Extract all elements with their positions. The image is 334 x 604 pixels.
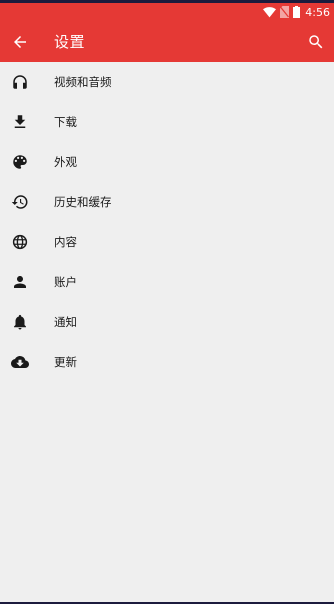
- status-bar: 4:56: [0, 3, 334, 22]
- globe-icon: [11, 233, 29, 251]
- settings-item-account[interactable]: 账户: [0, 262, 334, 302]
- settings-item-label: 历史和缓存: [54, 195, 112, 209]
- status-icons: 4:56: [263, 4, 330, 21]
- settings-item-label: 账户: [54, 275, 77, 289]
- bell-icon: [11, 313, 29, 331]
- settings-item-notifications[interactable]: 通知: [0, 302, 334, 342]
- search-button[interactable]: [304, 30, 328, 54]
- page-title: 设置: [54, 33, 86, 51]
- back-button[interactable]: [8, 30, 32, 54]
- person-icon: [11, 273, 29, 291]
- settings-item-updates[interactable]: 更新: [0, 342, 334, 382]
- settings-item-label: 外观: [54, 155, 77, 169]
- search-icon: [309, 35, 323, 49]
- battery-icon: [293, 3, 301, 22]
- wifi-icon: [263, 3, 277, 22]
- settings-item-label: 内容: [54, 235, 77, 249]
- settings-item-appearance[interactable]: 外观: [0, 142, 334, 182]
- download-icon: [11, 113, 29, 131]
- settings-item-download[interactable]: 下载: [0, 102, 334, 142]
- settings-list: 视频和音频 下载 外观 历史和缓存 内容 账户 通知 更新: [0, 62, 334, 382]
- cloud-download-icon: [11, 353, 29, 371]
- no-sim-icon: [280, 3, 290, 22]
- settings-item-label: 更新: [54, 355, 77, 369]
- headphones-icon: [11, 73, 29, 91]
- history-icon: [11, 193, 29, 211]
- palette-icon: [11, 153, 29, 171]
- clock-time: 4:56: [305, 6, 330, 19]
- settings-item-history-cache[interactable]: 历史和缓存: [0, 182, 334, 222]
- settings-item-label: 通知: [54, 315, 77, 329]
- settings-item-label: 视频和音频: [54, 75, 112, 89]
- settings-item-content[interactable]: 内容: [0, 222, 334, 262]
- settings-item-video-audio[interactable]: 视频和音频: [0, 62, 334, 102]
- app-bar: 设置: [0, 22, 334, 62]
- settings-item-label: 下载: [54, 115, 77, 129]
- arrow-back-icon: [14, 36, 26, 48]
